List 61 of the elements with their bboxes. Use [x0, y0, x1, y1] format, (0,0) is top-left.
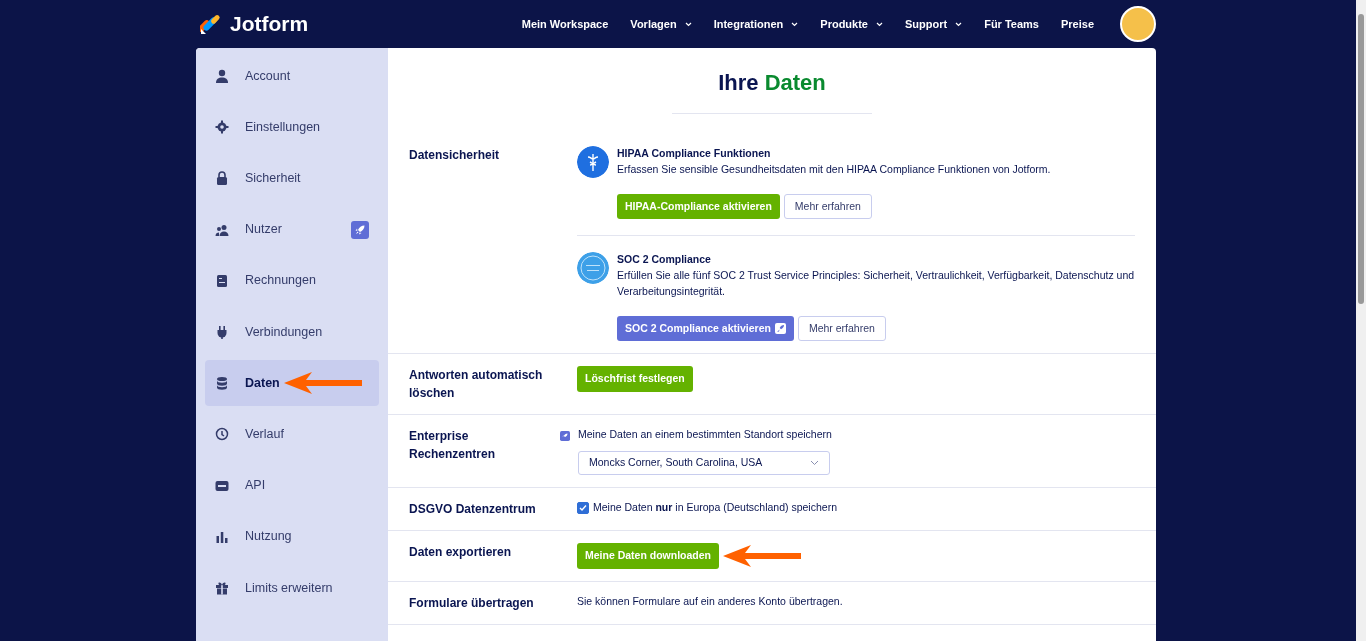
page-title: Ihre Daten	[717, 69, 827, 97]
checkbox[interactable]	[577, 501, 589, 514]
settings-icon	[215, 120, 229, 135]
checkbox-label: Meine Daten nur in Europa (Deutschland) speichern	[593, 500, 837, 515]
nav-link[interactable]: Produkte	[820, 15, 883, 33]
gift-icon	[215, 580, 229, 595]
certification-badge-icon	[577, 252, 609, 285]
feature-description: Erfüllen Sie alle fünf SOC 2 Trust Service Principles: Sicherheit, Vertraulichkeit, Verfügbarkeit, Datenschutz und Verarbeitungsintegrität.	[617, 268, 1135, 299]
lock-icon	[215, 171, 229, 186]
section-text: Sie können Formulare auf ein anderes Konto übertragen.	[577, 593, 844, 609]
sidebar-item[interactable]: API	[205, 462, 379, 509]
feature-title: SOC 2 Compliance	[617, 252, 712, 268]
sidebar-item[interactable]: Sicherheit	[205, 155, 379, 202]
sidebar-item[interactable]: Account	[205, 53, 379, 99]
sidebar-item[interactable]: Limits erweitern	[205, 564, 379, 611]
feature-title: HIPAA Compliance Funktionen	[617, 146, 772, 161]
bar-chart-icon	[215, 529, 229, 544]
nav-link[interactable]: Für Teams	[984, 15, 1039, 33]
sidebar-item[interactable]: Nutzung	[205, 513, 379, 560]
sidebar-item[interactable]: Daten	[205, 360, 379, 407]
section-label: Daten exportieren	[409, 544, 513, 561]
section-label: DSGVO Datenzentrum	[409, 501, 537, 518]
sidebar-item[interactable]: Verbindungen	[205, 308, 379, 355]
logo-icon	[200, 13, 222, 35]
section-label: Formulare übertragen	[409, 594, 535, 612]
nav-link[interactable]: Support	[905, 15, 963, 33]
field-label: Meine Daten an einem bestimmten Standort speichern	[578, 427, 832, 443]
location-select[interactable]: Moncks Corner, South Carolina, USA	[578, 451, 830, 475]
feature-description: Erfassen Sie sensible Gesundheitsdaten mit den HIPAA Compliance Funktionen von Jotform.	[617, 161, 1051, 177]
caret-icon	[791, 21, 799, 27]
activate-button[interactable]: SOC 2 Compliance aktivieren	[617, 315, 794, 342]
sidebar-item[interactable]: Nutzer	[205, 206, 379, 253]
avatar[interactable]	[1120, 6, 1156, 42]
caduceus-icon	[577, 146, 609, 178]
invoice-icon	[215, 273, 229, 288]
nav-link[interactable]: Preise	[1060, 15, 1094, 33]
database-icon	[215, 376, 229, 391]
chevron-icon	[810, 460, 819, 466]
nav-link[interactable]: Vorlagen	[630, 15, 692, 33]
api-icon	[215, 478, 229, 493]
sidebar-item[interactable]: Rechnungen	[205, 257, 379, 304]
section-label: Datensicherheit	[409, 147, 501, 164]
caret-icon	[876, 21, 883, 27]
user-icon	[215, 69, 229, 83]
caret-icon	[684, 21, 692, 27]
users-icon	[215, 222, 229, 237]
section-label: Antworten automatisch löschen	[409, 367, 544, 403]
scrollbar[interactable]	[1356, 0, 1366, 641]
clock-icon	[215, 427, 229, 442]
sidebar-item[interactable]: Verlauf	[205, 411, 379, 458]
learn-more-button[interactable]: Mehr erfahren	[783, 193, 872, 220]
learn-more-button[interactable]: Mehr erfahren	[797, 315, 886, 342]
plug-icon	[215, 324, 229, 339]
brand-name: Jotform	[230, 11, 309, 38]
caret-icon	[955, 21, 963, 27]
nav-link[interactable]: Integrationen	[713, 15, 799, 33]
nav-link[interactable]: Mein Workspace	[521, 15, 609, 33]
section-label: Enterprise Rechenzentren	[409, 428, 497, 464]
rocket-icon	[351, 220, 369, 239]
sidebar-item[interactable]: Einstellungen	[205, 104, 379, 151]
rocket-icon	[774, 322, 786, 334]
